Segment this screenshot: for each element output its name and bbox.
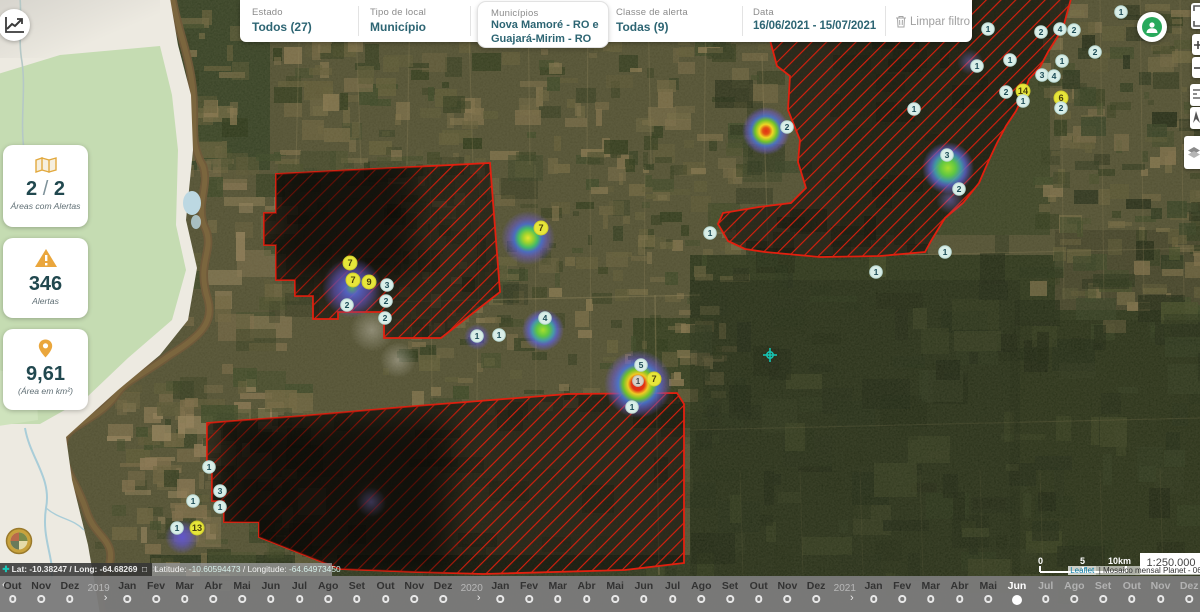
svg-text:1: 1 xyxy=(175,523,180,533)
svg-text:2: 2 xyxy=(1004,87,1009,97)
svg-text:1: 1 xyxy=(475,331,480,341)
svg-text:5: 5 xyxy=(639,360,644,370)
svg-text:1: 1 xyxy=(218,502,223,512)
svg-text:0: 0 xyxy=(1038,556,1043,566)
svg-text:7: 7 xyxy=(538,223,543,233)
svg-text:1: 1 xyxy=(1119,7,1124,17)
svg-text:2: 2 xyxy=(384,296,389,306)
svg-text:1: 1 xyxy=(636,377,641,386)
svg-text:4: 4 xyxy=(1052,71,1057,81)
svg-text:2: 2 xyxy=(957,184,962,194)
svg-text:4: 4 xyxy=(543,313,548,323)
svg-text:4: 4 xyxy=(1058,24,1063,34)
svg-text:1: 1 xyxy=(986,24,991,34)
svg-text:1: 1 xyxy=(1008,55,1013,65)
svg-text:7: 7 xyxy=(651,374,656,384)
svg-text:1: 1 xyxy=(497,330,502,340)
svg-text:7: 7 xyxy=(347,258,352,268)
svg-text:3: 3 xyxy=(1040,70,1045,80)
svg-text:1: 1 xyxy=(207,462,212,472)
svg-text:2: 2 xyxy=(345,300,350,310)
svg-text:7: 7 xyxy=(350,275,355,285)
svg-text:1: 1 xyxy=(1021,96,1026,106)
svg-text:9: 9 xyxy=(366,277,371,287)
svg-text:2: 2 xyxy=(1039,27,1044,37)
svg-text:1: 1 xyxy=(975,61,980,71)
svg-text:2: 2 xyxy=(785,122,790,132)
svg-text:3: 3 xyxy=(385,280,390,290)
svg-text:1: 1 xyxy=(912,104,917,114)
svg-text:2: 2 xyxy=(1072,25,1077,35)
svg-text:1: 1 xyxy=(708,228,713,238)
svg-text:3: 3 xyxy=(218,486,223,496)
svg-text:2: 2 xyxy=(1059,103,1064,113)
svg-text:2: 2 xyxy=(1093,47,1098,57)
svg-text:1: 1 xyxy=(1060,56,1065,66)
svg-text:1: 1 xyxy=(191,496,196,506)
svg-text:1: 1 xyxy=(874,267,879,277)
svg-text:3: 3 xyxy=(945,150,950,160)
svg-text:1: 1 xyxy=(630,402,635,412)
svg-text:13: 13 xyxy=(192,523,202,533)
svg-text:1: 1 xyxy=(943,247,948,257)
svg-text:2: 2 xyxy=(383,313,388,323)
